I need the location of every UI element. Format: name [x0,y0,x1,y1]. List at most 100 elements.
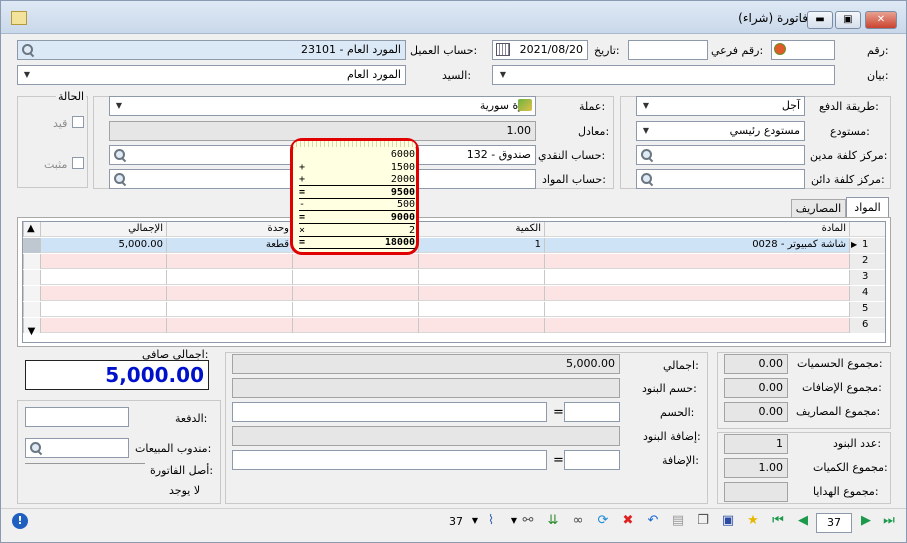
paste-icon[interactable]: ▤ [670,513,686,529]
chevron-down-icon[interactable]: ▼ [19,66,35,84]
discount-percent-input[interactable] [564,402,620,422]
search-icon[interactable] [113,148,127,162]
tape-operator: + [299,161,306,173]
invoice-origin-value: لا يوجد [169,484,201,497]
scroll-down-icon[interactable]: ▼ [23,326,40,341]
statement-input[interactable] [492,65,835,85]
last-record-icon[interactable]: ⏭ [881,513,897,529]
cell-material[interactable] [544,286,849,301]
calendar-icon[interactable] [496,43,510,56]
proven-checkbox[interactable] [72,157,84,169]
cell-material[interactable]: 0028 - شاشة كمبيوتر [544,238,849,253]
cell-empty [292,254,418,269]
sum-expenses-value: 0.00 [724,402,788,422]
search-icon[interactable] [640,172,654,186]
table-row[interactable]: 5 [23,302,885,317]
tab-expenses[interactable]: المصاريف [791,199,846,218]
subnumber-input[interactable] [628,40,708,60]
cell-material[interactable] [544,318,849,333]
glasses-icon[interactable]: ∞ [570,513,586,529]
sum-additions-label: مجموع الإضافات: [802,381,882,394]
table-row[interactable]: 3 [23,270,885,285]
payment-method-select[interactable]: آجل [636,96,805,116]
cell-total[interactable] [40,270,166,285]
tab-materials[interactable]: المواد [846,197,889,218]
posted-checkbox[interactable] [72,116,84,128]
cell-total[interactable] [40,254,166,269]
sum-gifts-label: مجموع الهدايا: [813,485,879,498]
record-count: 37 [449,515,463,528]
chevron-down-icon[interactable]: ▼ [638,122,654,140]
cell-material[interactable] [544,302,849,317]
minimize-button[interactable]: ▬ [807,11,833,29]
payment-input[interactable] [25,407,129,427]
cell-material[interactable] [544,254,849,269]
debit-center-input[interactable] [636,145,805,165]
close-button[interactable]: ✕ [865,11,897,29]
currency-select[interactable]: ليرة سورية [109,96,536,116]
client-input[interactable]: 23101 - المورد العام [17,40,406,60]
refresh-icon[interactable]: ⟳ [595,513,611,529]
table-row[interactable]: 4 [23,286,885,301]
sum-quantities-value: 1.00 [724,458,788,478]
chevron-down-icon[interactable]: ▼ [495,66,511,84]
info-icon[interactable]: ! [12,513,28,529]
cell-material[interactable] [544,270,849,285]
credit-center-input[interactable] [636,169,805,189]
cell-unit[interactable] [166,318,292,333]
paperclip-icon[interactable]: ⌇ [483,513,499,529]
chevron-down-icon[interactable]: ▼ [638,97,654,115]
undo-icon[interactable]: ↶ [645,513,661,529]
link-icon[interactable]: ⚯ [520,513,536,529]
first-record-icon[interactable]: ⏮ [770,513,786,529]
table-row[interactable]: 2 [23,254,885,269]
previous-record-icon[interactable]: ◀ [795,513,811,529]
cell-quantity[interactable] [418,270,544,285]
window-title: فاتورة (شراء) [738,11,808,25]
cell-rownum: 2 [849,254,885,269]
delete-icon[interactable]: ✖ [620,513,636,529]
statement-label: بيان: [867,69,889,82]
addition-amount-input[interactable] [232,450,547,470]
sales-rep-label: مندوب المبيعات: [135,442,212,455]
page-input[interactable]: 37 [816,513,852,533]
mr-input[interactable]: المورد العام [17,65,406,85]
maximize-button[interactable]: ▣ [835,11,861,29]
next-record-icon[interactable]: ▶ [858,513,874,529]
cell-unit[interactable]: قطعة [166,238,292,253]
cell-total[interactable] [40,318,166,333]
search-icon[interactable] [29,441,43,455]
cell-total[interactable]: 5,000.00 [40,238,166,253]
search-icon[interactable] [640,148,654,162]
cell-total[interactable] [40,302,166,317]
cell-unit[interactable] [166,254,292,269]
cell-quantity[interactable] [418,254,544,269]
table-row[interactable]: 6 [23,318,885,333]
row-marker [23,286,40,301]
search-icon[interactable] [113,172,127,186]
materials-grid[interactable]: ▲ الإجمالي وحدة الكمية المادة 5,000.00 قط… [22,221,886,343]
table-row[interactable]: 5,000.00 قطعة 1 0028 - شاشة كمبيوتر ▶ 1 [23,238,885,253]
copy-icon[interactable]: ❐ [695,513,711,529]
cell-quantity[interactable] [418,286,544,301]
search-icon[interactable] [21,43,35,57]
store-select[interactable]: مستودع رئيسي [636,121,805,141]
scroll-up-icon[interactable]: ▲ [23,222,40,237]
save-icon[interactable]: ▣ [720,513,736,529]
cell-rownum-text: 4 [862,287,869,298]
sort-icon[interactable]: ⇊ [545,513,561,529]
addition-percent-input[interactable] [564,450,620,470]
cell-quantity[interactable]: 1 [418,238,544,253]
cell-unit[interactable] [166,286,292,301]
dice-icon[interactable] [774,43,786,55]
cell-unit[interactable] [166,302,292,317]
star-icon[interactable]: ★ [745,513,761,529]
chevron-down-icon[interactable]: ▼ [467,513,483,529]
discount-amount-input[interactable] [232,402,547,422]
cell-unit[interactable] [166,270,292,285]
cell-total[interactable] [40,286,166,301]
chevron-down-icon[interactable]: ▼ [111,97,127,115]
cell-quantity[interactable] [418,318,544,333]
cell-quantity[interactable] [418,302,544,317]
tape-line: +1500 [299,162,415,174]
